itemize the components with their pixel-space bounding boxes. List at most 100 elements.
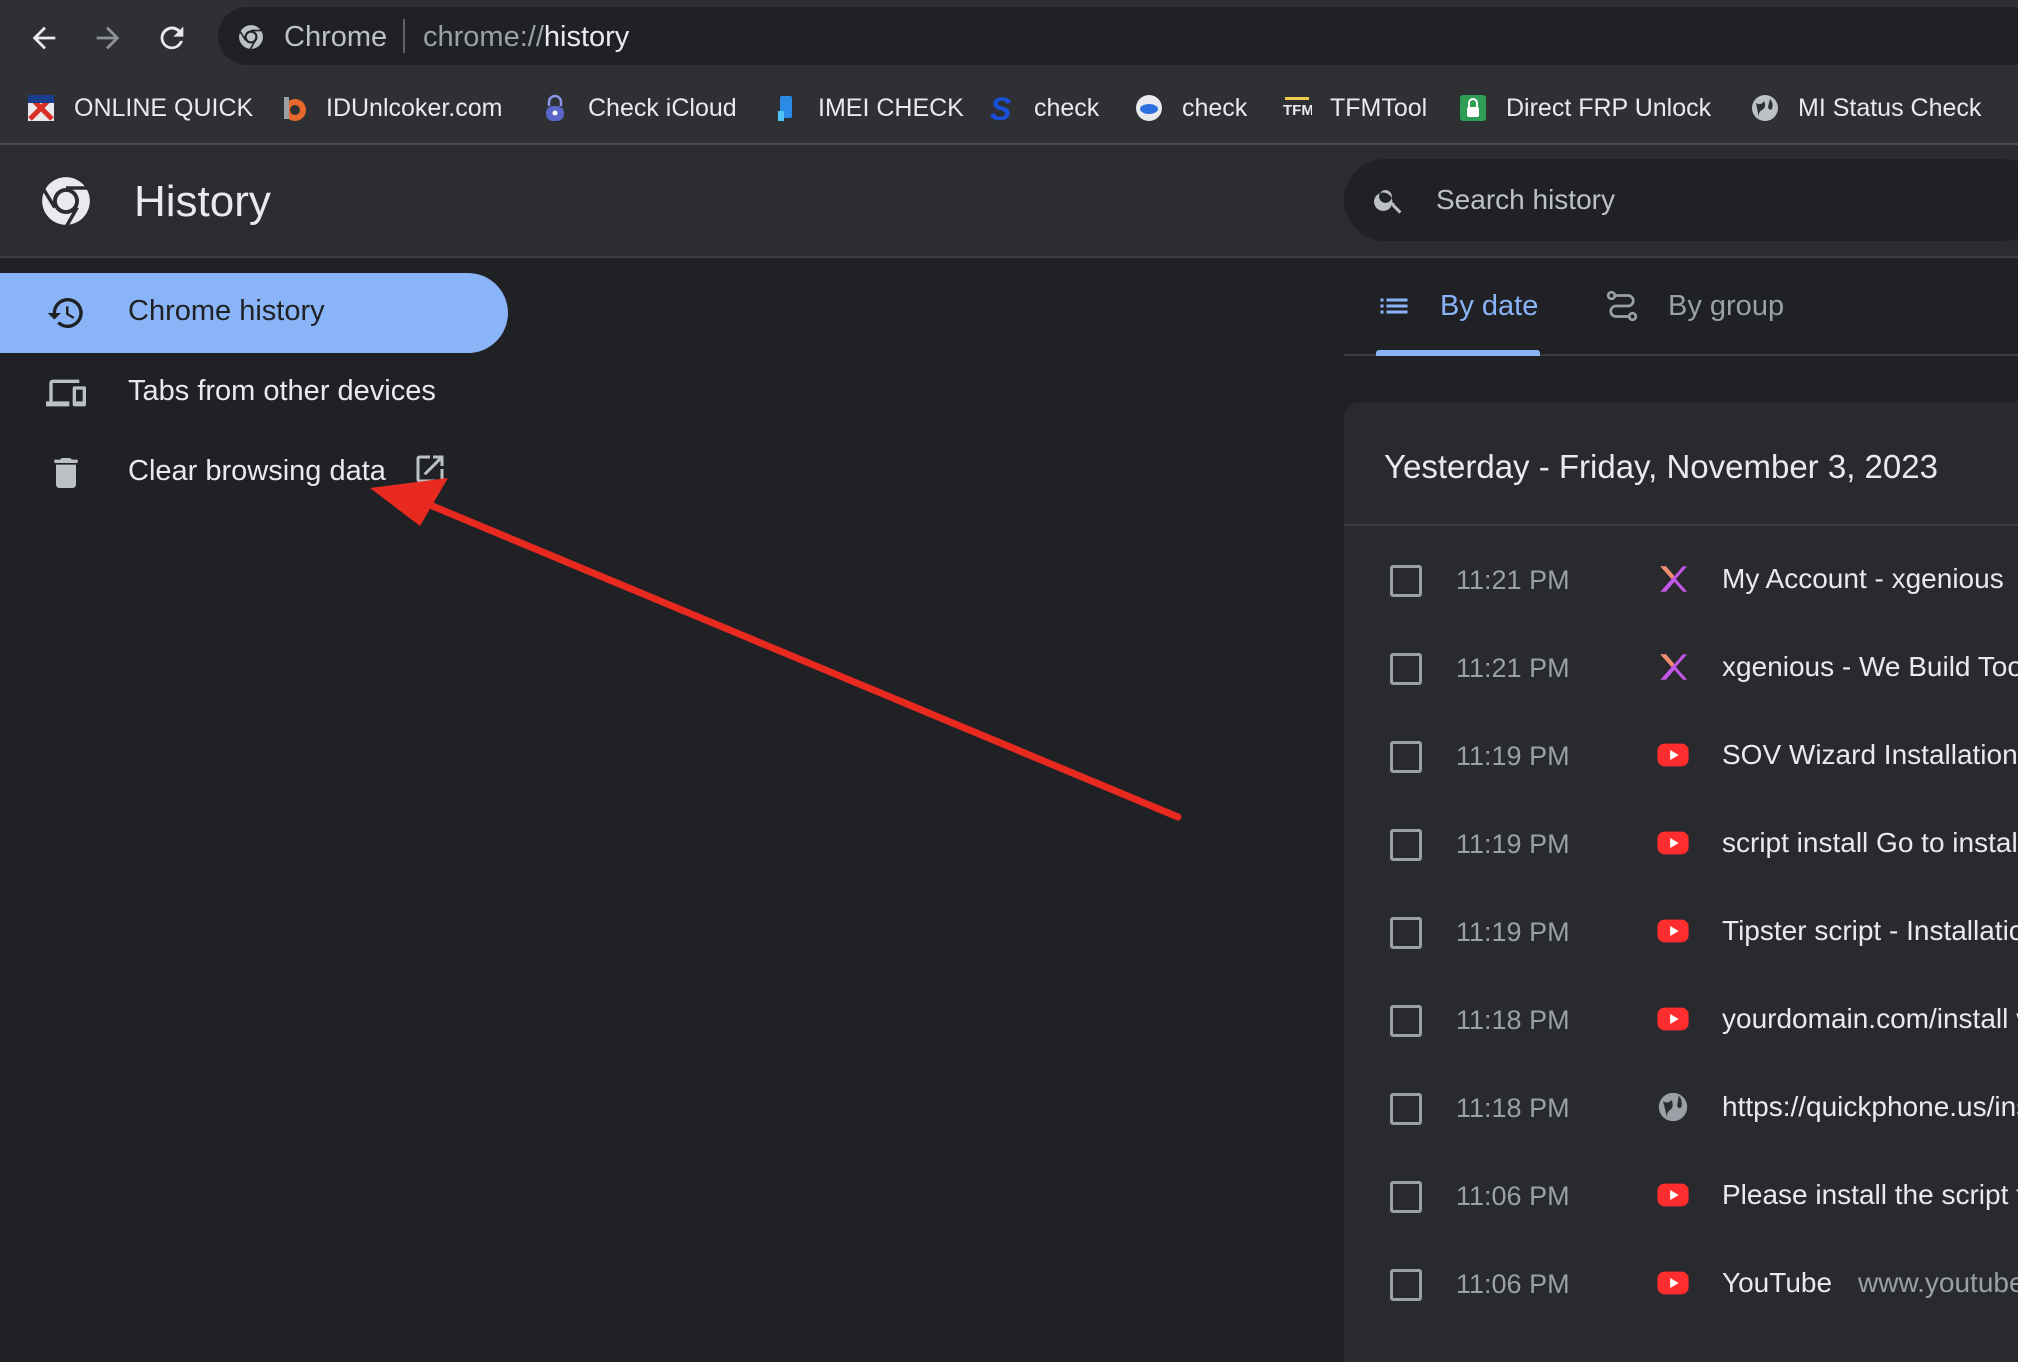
reload-icon: [160, 26, 184, 50]
reload-button[interactable]: [152, 18, 192, 58]
bookmark-label: MI Status Check: [1798, 93, 1982, 122]
back-button[interactable]: [24, 18, 64, 58]
xgenious-icon: [1660, 654, 1688, 680]
forward-button[interactable]: [88, 18, 128, 58]
search-icon: [1374, 190, 1402, 214]
tab-by-group[interactable]: By group: [1604, 284, 1784, 328]
page-title-link[interactable]: SOV Wizard Installation: [1722, 739, 2018, 771]
row-checkbox[interactable]: [1390, 829, 1422, 861]
sidebar-item-other-devices[interactable]: Tabs from other devices: [0, 353, 508, 433]
visit-time: 11:18 PM: [1456, 1093, 1570, 1123]
url-path: history: [543, 21, 630, 53]
url-scheme: chrome://: [423, 21, 544, 53]
selected-tab-indicator: [1376, 350, 1540, 356]
arrow-left-icon: [32, 26, 56, 50]
tab-label: By date: [1440, 289, 1539, 322]
sidebar-item-chrome-history[interactable]: Chrome history: [0, 273, 508, 353]
globe-icon: [1658, 1092, 1688, 1122]
sidebar-item-clear-browsing-data[interactable]: Clear browsing data: [0, 433, 508, 513]
bookmark-imei-check[interactable]: IMEI CHECK: [770, 91, 964, 125]
tab-by-date[interactable]: By date: [1376, 284, 1538, 328]
bookmark-idunlocker[interactable]: IDUnlcoker.com: [278, 91, 502, 125]
visit-time: 11:06 PM: [1456, 1269, 1570, 1299]
bookmark-online-quick[interactable]: ONLINE QUICK: [26, 91, 253, 125]
visit-time: 11:19 PM: [1456, 829, 1570, 859]
row-checkbox[interactable]: [1390, 741, 1422, 773]
history-row[interactable]: 11:06 PM Please install the script f: [1344, 1154, 2018, 1242]
bookmark-mi-status[interactable]: MI Status Check: [1750, 91, 1981, 125]
row-checkbox[interactable]: [1390, 653, 1422, 685]
history-clock-icon: [47, 297, 83, 328]
page-title-link[interactable]: My Account - xgenious: [1722, 563, 2004, 595]
address-bar[interactable]: Chrome chrome://history: [218, 7, 2018, 65]
row-checkbox[interactable]: [1390, 1181, 1422, 1213]
history-results-card: Yesterday - Friday, November 3, 2023 11:…: [1344, 402, 2018, 1362]
page-title-link[interactable]: xgenious - We Build Tool: [1722, 651, 2018, 683]
tab-label: By group: [1668, 289, 1785, 322]
date-heading: Yesterday - Friday, November 3, 2023: [1384, 448, 1938, 485]
youtube-icon: [1657, 1007, 1689, 1031]
page-title-link[interactable]: script install Go to install: [1722, 827, 2018, 859]
browser-toolbar: Chrome chrome://history: [0, 0, 2018, 73]
svg-text:TFM: TFM: [1283, 102, 1312, 119]
bookmark-label: TFMTool: [1330, 93, 1428, 122]
history-header: History: [0, 145, 2018, 258]
page-title-link[interactable]: yourdomain.com/install v: [1722, 1003, 2018, 1035]
bookmark-label: IMEI CHECK: [818, 93, 964, 122]
search-box[interactable]: [1344, 159, 2018, 241]
history-row[interactable]: 11:19 PM SOV Wizard Installation: [1344, 714, 2018, 802]
bookmark-label: IDUnlcoker.com: [326, 93, 503, 122]
row-checkbox[interactable]: [1390, 1269, 1422, 1301]
globe-icon: [1750, 93, 1780, 123]
lock-icon: [540, 93, 570, 123]
youtube-icon: [1657, 831, 1689, 855]
row-checkbox[interactable]: [1390, 565, 1422, 597]
bookmark-direct-frp[interactable]: Direct FRP Unlock: [1458, 91, 1711, 125]
row-checkbox[interactable]: [1390, 1005, 1422, 1037]
arrow-right-icon: [96, 26, 120, 50]
bookmark-label: check: [1034, 93, 1100, 122]
view-tabs: By date By group: [1344, 256, 2018, 356]
sidebar-item-label: Clear browsing data: [128, 455, 386, 487]
visit-time: 11:21 PM: [1456, 653, 1570, 683]
bookmarks-bar: ONLINE QUICK IDUnlcoker.com Check iCloud…: [0, 73, 2018, 145]
page-title-link[interactable]: https://quickphone.us/ins: [1722, 1091, 2018, 1123]
visit-time: 11:18 PM: [1456, 1005, 1570, 1035]
chrome-logo-icon: [41, 177, 90, 227]
divider: [403, 19, 405, 53]
youtube-icon: [1657, 1183, 1689, 1207]
page-title-link[interactable]: Tipster script - Installatic: [1722, 915, 2018, 947]
bookmark-check-s[interactable]: S check: [986, 91, 1099, 125]
page-title-link[interactable]: YouTube: [1722, 1267, 1832, 1299]
page-title: History: [134, 177, 271, 226]
bookmark-check-icloud[interactable]: Check iCloud: [540, 91, 737, 125]
history-row[interactable]: 11:21 PM xgenious - We Build Tool: [1344, 626, 2018, 714]
bookmark-check-cloud[interactable]: check: [1134, 91, 1247, 125]
bookmark-label: Direct FRP Unlock: [1506, 93, 1712, 122]
page-title-link[interactable]: Please install the script f: [1722, 1179, 2018, 1211]
history-row[interactable]: 11:21 PM My Account - xgenious: [1344, 538, 2018, 626]
history-row[interactable]: 11:06 PM YouTube www.youtube: [1344, 1242, 2018, 1330]
youtube-icon: [1657, 743, 1689, 767]
open-in-new-icon: [416, 455, 444, 483]
chrome-logo-icon: [239, 25, 263, 50]
svg-text:S: S: [990, 93, 1012, 123]
history-row[interactable]: 11:18 PM yourdomain.com/install v: [1344, 978, 2018, 1066]
sidebar-item-label: Tabs from other devices: [128, 375, 436, 407]
row-checkbox[interactable]: [1390, 917, 1422, 949]
trash-icon: [54, 458, 78, 488]
list-icon: [1380, 298, 1408, 314]
visit-time: 11:06 PM: [1456, 1181, 1570, 1211]
bookmark-tfmtool[interactable]: TFM TFMTool: [1282, 91, 1427, 125]
site-name: Chrome: [284, 21, 388, 53]
sidebar-item-label: Chrome history: [128, 295, 325, 327]
idunlocker-icon: [278, 93, 308, 123]
search-input[interactable]: [1434, 177, 1998, 223]
youtube-icon: [1657, 1271, 1689, 1295]
history-row[interactable]: 11:19 PM Tipster script - Installatic: [1344, 890, 2018, 978]
devices-icon: [46, 379, 86, 407]
visit-time: 11:19 PM: [1456, 917, 1570, 947]
row-checkbox[interactable]: [1390, 1093, 1422, 1125]
history-row[interactable]: 11:19 PM script install Go to install: [1344, 802, 2018, 890]
history-row[interactable]: 11:18 PM https://quickphone.us/ins: [1344, 1066, 2018, 1154]
